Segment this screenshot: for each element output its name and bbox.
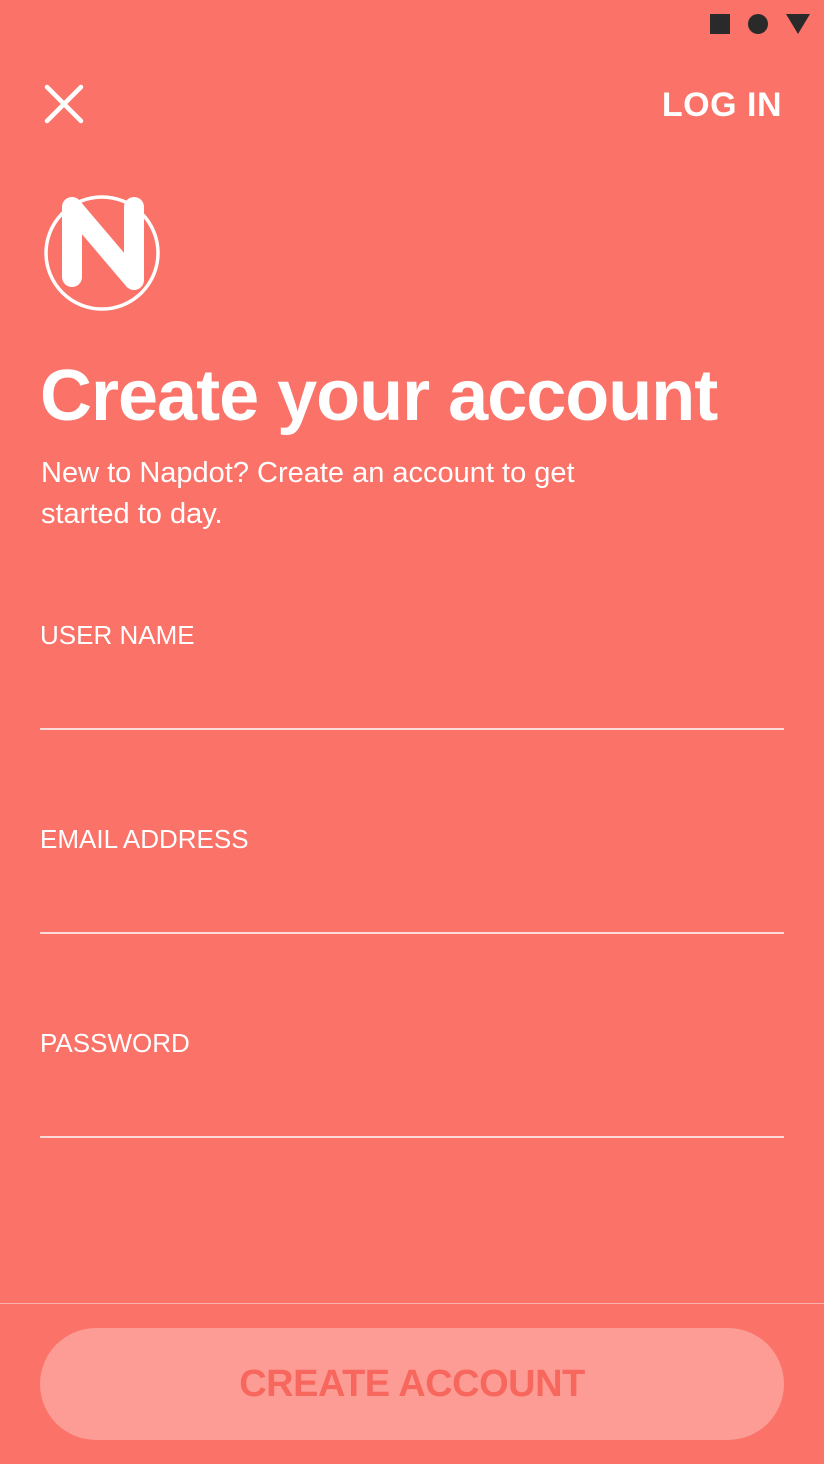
record-circle-icon [748,14,768,34]
status-bar [710,12,810,36]
username-input[interactable] [40,668,784,730]
page-title: Create your account [40,356,718,436]
login-button[interactable]: LOG IN [662,86,782,125]
close-icon [44,84,84,124]
page-subtitle: New to Napdot? Create an account to get … [41,457,575,530]
username-label: USER NAME [40,620,195,650]
signal-triangle-icon [786,14,810,34]
footer-divider [0,1303,824,1304]
email-field: EMAIL ADDRESS [40,822,784,962]
create-account-button[interactable]: CREATE ACCOUNT [40,1328,784,1440]
username-field: USER NAME [40,618,784,758]
password-field: PASSWORD [40,1026,784,1166]
stop-square-icon [710,14,730,34]
napdot-logo [42,192,164,314]
napdot-logo-icon [44,195,160,311]
password-label: PASSWORD [40,1028,190,1058]
email-label: EMAIL ADDRESS [40,824,249,854]
password-input[interactable] [40,1076,784,1138]
email-input[interactable] [40,872,784,934]
close-button[interactable] [40,80,88,128]
